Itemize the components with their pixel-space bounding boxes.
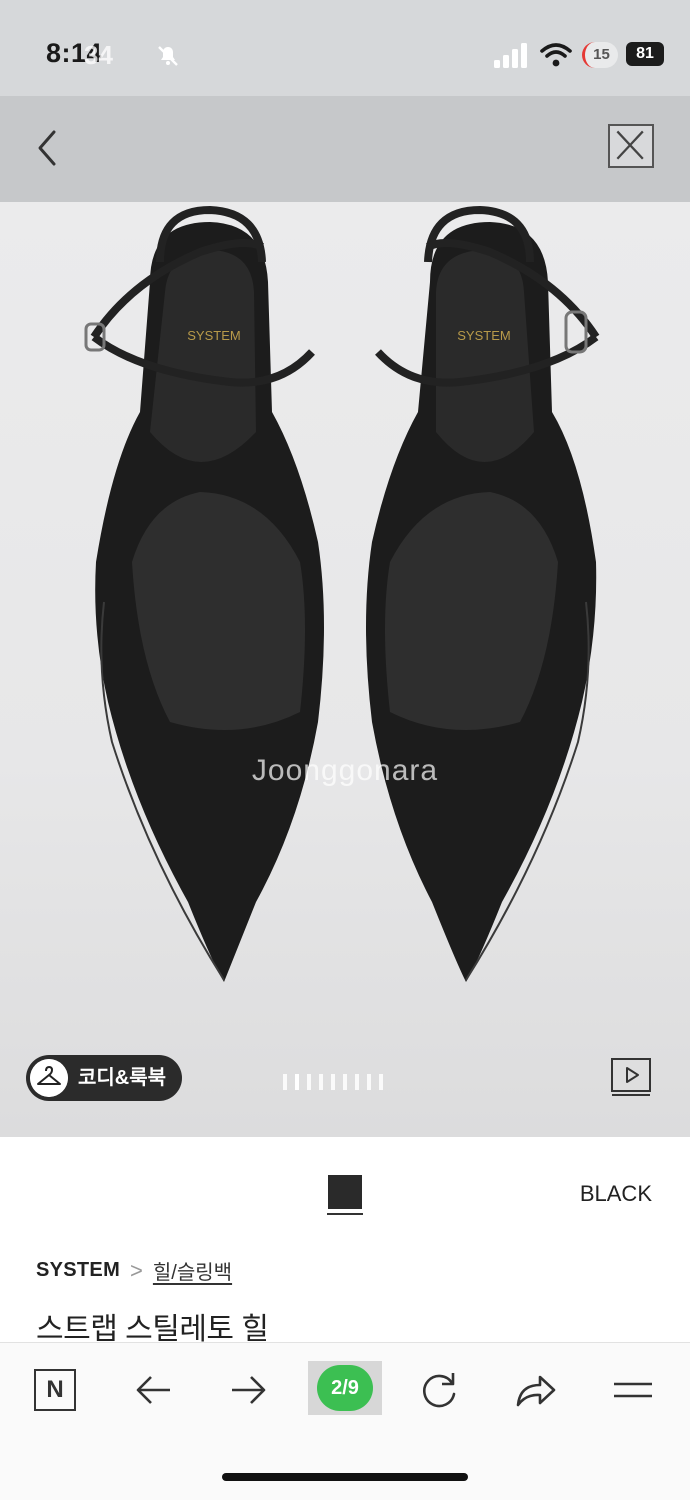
- top-navigation: [0, 96, 690, 202]
- pagination-dot[interactable]: [355, 1074, 359, 1090]
- chevron-right-icon: >: [130, 1257, 143, 1283]
- left-shoe: SYSTEM: [84, 205, 324, 982]
- color-selector: BLACK: [0, 1137, 690, 1242]
- category-link[interactable]: 힐/슬링백: [153, 1256, 232, 1285]
- insole-brand-right: SYSTEM: [457, 328, 510, 343]
- back-button[interactable]: [28, 124, 68, 172]
- coordi-lookbook-button[interactable]: 코디&룩북: [26, 1055, 183, 1101]
- breadcrumb: SYSTEM > 힐/슬링백: [36, 1256, 232, 1285]
- bell-off-icon: [158, 46, 178, 66]
- image-pagination: [283, 1074, 383, 1090]
- color-name: BLACK: [579, 1181, 652, 1206]
- recording-badge: 15: [582, 42, 618, 68]
- browser-toolbar: N 2/9: [0, 1342, 690, 1500]
- pagination-dot[interactable]: [307, 1074, 311, 1090]
- hanger-icon: [30, 1059, 68, 1097]
- close-icon: [616, 130, 644, 160]
- naver-home-button[interactable]: N: [34, 1369, 76, 1411]
- forward-arrow-icon[interactable]: [226, 1367, 272, 1413]
- pagination-dot[interactable]: [319, 1074, 323, 1090]
- pagination-dot[interactable]: [367, 1074, 371, 1090]
- right-shoe: SYSTEM: [366, 205, 600, 982]
- watermark: Joonggonara: [251, 754, 439, 787]
- pagination-dot-active[interactable]: [295, 1074, 299, 1090]
- pagination-dot[interactable]: [379, 1074, 383, 1090]
- video-play-icon[interactable]: [610, 1057, 652, 1097]
- back-arrow-icon[interactable]: [130, 1367, 176, 1413]
- status-time-overlay: 34: [84, 40, 113, 70]
- home-indicator[interactable]: [222, 1473, 468, 1481]
- product-image[interactable]: SYSTEM SYSTEM Joonggonara 코디&룩북: [0, 202, 690, 1137]
- pagination-dot[interactable]: [331, 1074, 335, 1090]
- tab-counter: 2/9: [317, 1365, 373, 1411]
- status-bar: 8:14 34 15 81: [0, 0, 690, 96]
- share-icon[interactable]: [512, 1367, 558, 1413]
- pagination-dot[interactable]: [283, 1074, 287, 1090]
- signal-icon: [494, 43, 527, 68]
- brand-link[interactable]: SYSTEM: [36, 1259, 120, 1282]
- close-button[interactable]: [608, 124, 654, 168]
- wifi-icon: [540, 43, 572, 67]
- coordi-label: 코디&룩북: [78, 1067, 167, 1089]
- tab-counter-button[interactable]: 2/9: [308, 1361, 382, 1415]
- swatch-selected-underline: [327, 1213, 363, 1215]
- color-swatch-black[interactable]: [328, 1175, 362, 1209]
- battery-indicator: 81: [626, 42, 664, 66]
- insole-brand-left: SYSTEM: [187, 328, 240, 343]
- shoes-image: SYSTEM SYSTEM: [84, 205, 600, 982]
- refresh-icon[interactable]: [416, 1367, 462, 1413]
- pagination-dot[interactable]: [343, 1074, 347, 1090]
- menu-icon[interactable]: [610, 1367, 656, 1413]
